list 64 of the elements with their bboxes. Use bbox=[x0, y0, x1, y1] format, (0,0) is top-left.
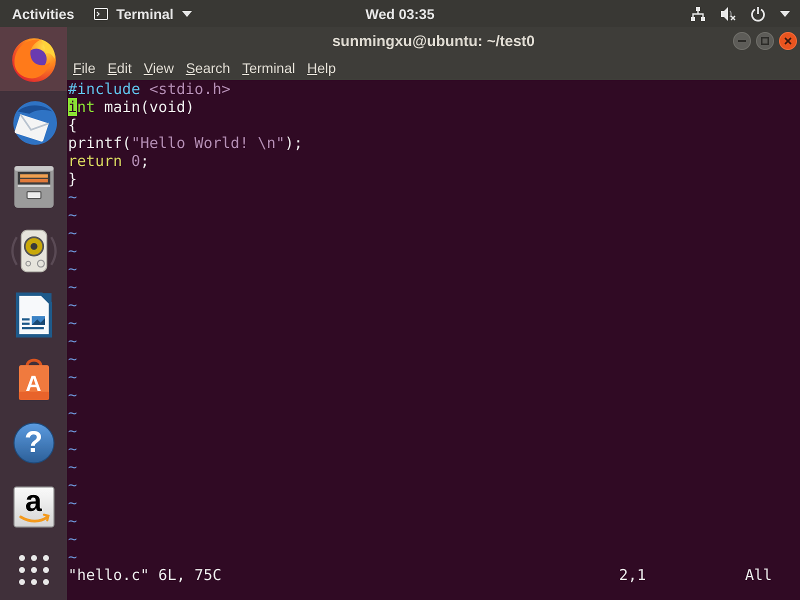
minimize-button[interactable] bbox=[733, 32, 751, 50]
empty-line-tilde: ~ bbox=[68, 224, 78, 242]
empty-line-tilde: ~ bbox=[68, 458, 78, 476]
close-button[interactable] bbox=[779, 32, 797, 50]
grid-icon bbox=[18, 554, 48, 584]
empty-line-tilde: ~ bbox=[68, 188, 78, 206]
menu-item[interactable]: Search bbox=[180, 60, 236, 74]
system-menu-button[interactable] bbox=[690, 6, 790, 22]
status-message: "hello.c" 6L, 75C bbox=[68, 566, 223, 584]
code-line: #include <stdio.h> bbox=[68, 80, 231, 98]
dock-launcher[interactable] bbox=[0, 27, 67, 91]
empty-line-tilde: ~ bbox=[68, 404, 78, 422]
smile-tile-icon bbox=[12, 486, 54, 528]
empty-line-tilde: ~ bbox=[68, 278, 78, 296]
empty-line-tilde: ~ bbox=[68, 494, 78, 512]
network-icon bbox=[690, 6, 706, 22]
menu-item[interactable]: Terminal bbox=[236, 60, 302, 74]
disc-icon bbox=[12, 422, 54, 464]
maximize-button[interactable] bbox=[756, 32, 774, 50]
menu-item[interactable]: Help bbox=[301, 60, 342, 74]
empty-line-tilde: ~ bbox=[68, 332, 78, 350]
empty-line-tilde: ~ bbox=[68, 368, 78, 386]
terminal-icon bbox=[94, 8, 108, 20]
scroll-position: All bbox=[745, 566, 774, 584]
menu-item[interactable]: Edit bbox=[102, 60, 138, 74]
empty-line-tilde: ~ bbox=[68, 440, 78, 458]
document-icon bbox=[14, 292, 52, 338]
empty-line-tilde: ~ bbox=[68, 206, 78, 224]
code-line: printf("Hello World! \n"); bbox=[68, 134, 303, 152]
caret-icon bbox=[780, 10, 790, 16]
menu-item[interactable]: File bbox=[67, 60, 102, 74]
flame-globe-icon bbox=[10, 36, 56, 82]
empty-line-tilde: ~ bbox=[68, 350, 78, 368]
envelope-icon bbox=[10, 100, 56, 146]
dock-launcher[interactable]: a bbox=[0, 475, 67, 539]
activities-button[interactable]: Activities bbox=[12, 6, 74, 20]
code-line: { bbox=[68, 116, 78, 134]
empty-line-tilde: ~ bbox=[68, 314, 78, 332]
empty-line-tilde: ~ bbox=[68, 386, 78, 404]
code-line: return 0; bbox=[68, 152, 150, 170]
close-icon bbox=[784, 37, 792, 45]
empty-line-tilde: ~ bbox=[68, 260, 78, 278]
window-title: sunmingxu@ubuntu: ~/test0 bbox=[332, 34, 535, 48]
file-cabinet-icon bbox=[12, 165, 54, 209]
caret-icon bbox=[182, 10, 192, 16]
empty-line-tilde: ~ bbox=[68, 422, 78, 440]
maximize-icon bbox=[761, 37, 769, 45]
empty-line-tilde: ~ bbox=[68, 476, 78, 494]
code-line: } bbox=[68, 170, 78, 188]
app-menu-button[interactable]: Terminal bbox=[94, 6, 192, 20]
minimize-icon bbox=[738, 40, 746, 42]
clock-button[interactable]: Wed 03:35 bbox=[366, 6, 434, 20]
empty-line-tilde: ~ bbox=[68, 548, 78, 566]
empty-line-tilde: ~ bbox=[68, 530, 78, 548]
dock-launcher[interactable]: ? bbox=[0, 411, 67, 475]
empty-line-tilde: ~ bbox=[68, 296, 78, 314]
speaker-icon bbox=[10, 228, 56, 274]
power-icon bbox=[750, 6, 766, 22]
volume-muted-icon bbox=[720, 6, 736, 22]
cursor-position: 2,1 bbox=[619, 566, 648, 584]
empty-line-tilde: ~ bbox=[68, 242, 78, 260]
code-line: int main(void) bbox=[68, 98, 194, 116]
empty-line-tilde: ~ bbox=[68, 512, 78, 530]
menu-item[interactable]: View bbox=[138, 60, 180, 74]
